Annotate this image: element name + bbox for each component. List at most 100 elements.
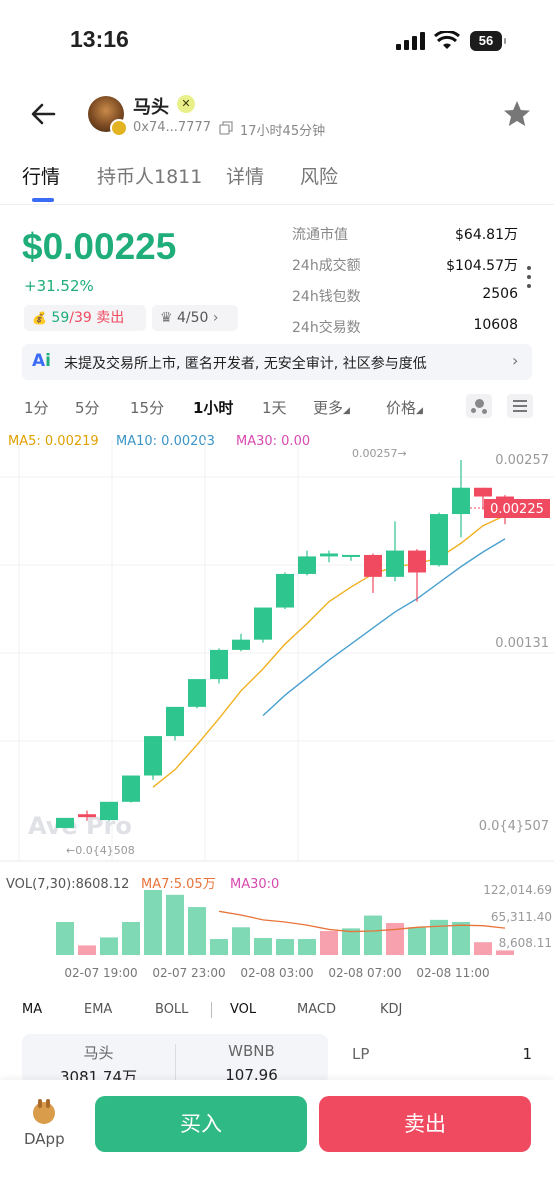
copy-icon[interactable] xyxy=(219,121,233,135)
stat-label-trades: 24h交易数 xyxy=(292,320,361,336)
chevron-right-icon: › xyxy=(512,351,519,370)
candle xyxy=(188,679,206,707)
chart-settings-icon[interactable] xyxy=(507,394,533,418)
dapp-bunny-icon[interactable] xyxy=(33,1099,55,1124)
candle xyxy=(342,554,360,557)
rank-pill[interactable]: ♛ 4/50 › xyxy=(152,305,238,331)
interval-1h[interactable]: 1小时 xyxy=(193,397,233,418)
stat-value-trades: 10608 xyxy=(473,317,518,333)
verified-icon: ✕ xyxy=(177,95,195,113)
candle xyxy=(298,556,316,574)
tab-holders[interactable]: 持币人1811 xyxy=(97,162,202,189)
candle xyxy=(408,550,426,573)
chain-badge-icon xyxy=(110,119,128,137)
price-type-dropdown[interactable]: 价格◢ xyxy=(386,397,423,418)
candle xyxy=(364,554,382,577)
candle xyxy=(122,775,140,802)
time-label-3: 02-08 07:00 xyxy=(328,966,401,980)
buy-count: 59 xyxy=(51,310,70,326)
volume-bar xyxy=(144,890,162,955)
token-name: 马头 xyxy=(133,97,169,118)
tab-details[interactable]: 详情 xyxy=(226,162,264,189)
candle xyxy=(320,553,338,557)
candle xyxy=(210,649,228,680)
tab-risk[interactable]: 风险 xyxy=(300,162,338,189)
time-label-1: 02-07 23:00 xyxy=(152,966,225,980)
more-vertical-icon[interactable] xyxy=(527,266,531,288)
crown-icon: ♛ xyxy=(160,310,173,326)
sell-button[interactable]: 卖出 xyxy=(319,1096,531,1152)
tab-market[interactable]: 行情 xyxy=(22,162,60,189)
price-tick-mid: 0.00131 xyxy=(495,636,549,651)
time-label-4: 02-08 11:00 xyxy=(416,966,489,980)
price-chart[interactable]: Ave Pro 0.00257→ ←0.0{4}508 0.00257 0.00… xyxy=(0,440,554,985)
candle xyxy=(100,801,118,821)
vol-tick-low: 8,608.11 xyxy=(499,936,552,950)
vol-ma30-legend: MA30:0 xyxy=(230,877,279,892)
stat-value-wallets: 2506 xyxy=(482,286,518,302)
indicator-ma[interactable]: MA xyxy=(22,1002,42,1017)
buy-button[interactable]: 买入 xyxy=(95,1096,307,1152)
volume-bar xyxy=(232,927,250,955)
liquidity-pool-card: 马头 3081.74万 WBNB 107.96 xyxy=(22,1034,328,1084)
buy-sell-ratio[interactable]: 💰 59/39 卖出 xyxy=(24,305,146,331)
volume-bar xyxy=(254,937,272,955)
interval-15m[interactable]: 15分 xyxy=(130,397,164,418)
high-price-marker: 0.00257→ xyxy=(352,447,407,460)
volume-bar xyxy=(166,894,184,955)
token-address[interactable]: 0x74...7777 xyxy=(133,120,211,135)
vol-tick-mid: 65,311.40 xyxy=(491,910,552,924)
volume-bar xyxy=(276,939,294,955)
current-price-tag: 0.00225 xyxy=(490,502,544,517)
indicator-macd[interactable]: MACD xyxy=(297,1002,336,1017)
candle xyxy=(232,639,250,650)
indicator-divider xyxy=(211,1002,212,1018)
interval-1d[interactable]: 1天 xyxy=(262,397,287,418)
star-icon[interactable] xyxy=(503,100,531,128)
cellular-signal-icon xyxy=(396,32,425,50)
indicator-settings-icon[interactable] xyxy=(466,394,492,418)
volume-bar xyxy=(364,915,382,955)
lp-value: 1 xyxy=(522,1045,532,1063)
candle xyxy=(166,706,184,737)
indicator-boll[interactable]: BOLL xyxy=(155,1002,188,1017)
indicator-ema[interactable]: EMA xyxy=(84,1002,112,1017)
volume-bar xyxy=(122,921,140,955)
back-arrow-icon[interactable] xyxy=(30,102,56,126)
volume-bar xyxy=(78,945,96,955)
lp-label: LP xyxy=(352,1045,370,1063)
time-label-0: 02-07 19:00 xyxy=(64,966,137,980)
indicator-vol[interactable]: VOL xyxy=(230,1002,256,1017)
ai-risk-text: 未提及交易所上市, 匿名开发者, 无安全审计, 社区参与度低 xyxy=(64,356,427,372)
sell-count: 39 xyxy=(73,310,92,326)
price-tick-low: 0.0{4}507 xyxy=(479,819,549,834)
interval-1m[interactable]: 1分 xyxy=(24,397,49,418)
price-tick-high: 0.00257 xyxy=(495,453,549,468)
time-label-2: 02-08 03:00 xyxy=(240,966,313,980)
dapp-label[interactable]: DApp xyxy=(24,1130,65,1148)
volume-bar xyxy=(496,950,514,955)
wifi-icon xyxy=(434,31,460,49)
chevron-right-icon: › xyxy=(212,310,219,326)
vol-tick-high: 122,014.69 xyxy=(483,883,552,897)
stat-value-market-cap: $64.81万 xyxy=(455,227,518,243)
candle xyxy=(276,573,294,608)
interval-5m[interactable]: 5分 xyxy=(75,397,100,418)
status-time: 13:16 xyxy=(70,26,129,52)
moneybag-icon: 💰 xyxy=(32,311,47,325)
candle xyxy=(144,736,162,776)
volume-bar xyxy=(430,919,448,955)
interval-more-label: 更多 xyxy=(313,399,344,417)
pool-token-a: 马头 xyxy=(83,1044,114,1062)
volume-bar xyxy=(408,927,426,955)
volume-bar xyxy=(100,937,118,955)
volume-bar xyxy=(210,939,228,955)
price-change: +31.52% xyxy=(24,277,94,295)
stat-label-volume: 24h成交额 xyxy=(292,258,361,274)
volume-bar xyxy=(188,907,206,955)
volume-bar xyxy=(298,939,316,955)
indicator-kdj[interactable]: KDJ xyxy=(380,1002,402,1017)
candle xyxy=(56,817,74,828)
interval-more[interactable]: 更多◢ xyxy=(313,397,350,418)
stat-value-volume: $104.57万 xyxy=(446,258,518,274)
